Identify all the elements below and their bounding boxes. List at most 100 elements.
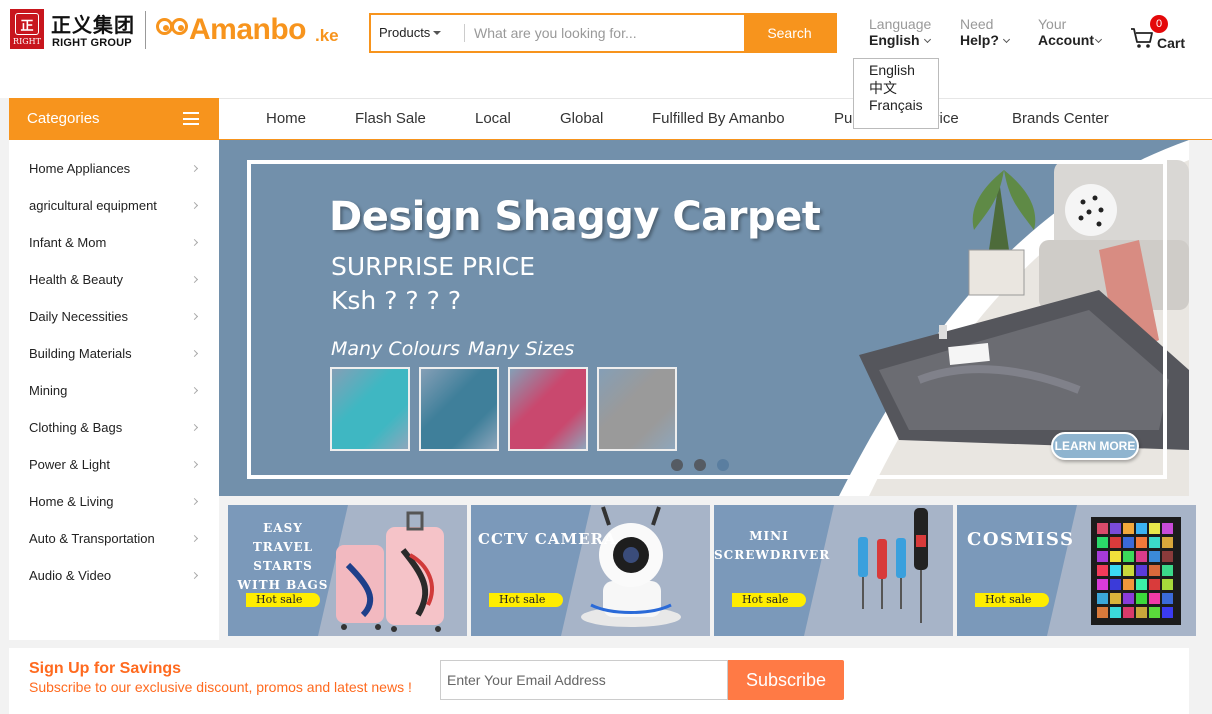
language-label: Language: [869, 16, 932, 32]
search-category-select[interactable]: Products: [379, 25, 430, 40]
hot-sale-badge: Hot sale: [489, 593, 563, 607]
category-item[interactable]: Mining: [9, 372, 219, 409]
search-input[interactable]: [474, 19, 744, 47]
hamburger-menu-icon[interactable]: [183, 112, 199, 125]
search-separator: [464, 24, 465, 42]
help-label: Need: [960, 16, 994, 32]
chevron-right-icon: [190, 238, 199, 247]
category-item[interactable]: agricultural equipment: [9, 187, 219, 224]
language-option-french[interactable]: Français: [869, 97, 938, 115]
seal-text: RIGHT: [13, 37, 41, 46]
chevron-right-icon: [190, 460, 199, 469]
promo-title: COSMISS: [967, 529, 1075, 550]
category-item[interactable]: Clothing & Bags: [9, 409, 219, 446]
banner-title: Design Shaggy Carpet: [329, 194, 821, 240]
nav-fulfilled-by-amanbo[interactable]: Fulfilled By Amanbo: [652, 110, 785, 127]
promo-tile-cosmiss[interactable]: COSMISS Hot sale: [957, 505, 1196, 636]
category-label: Power & Light: [29, 457, 110, 472]
header: 正 RIGHT 正义集团 RIGHT GROUP Amanbo .ke Prod…: [0, 0, 1212, 98]
language-dropdown: English 中文 Français: [853, 58, 939, 129]
chevron-right-icon: [190, 497, 199, 506]
category-label: agricultural equipment: [29, 198, 157, 213]
group-logo-en[interactable]: RIGHT GROUP: [52, 37, 132, 49]
banner-feature-sizes: Many Sizes: [468, 338, 575, 360]
promo-title-line: SCREWDRIVER: [714, 548, 831, 562]
cart-icon[interactable]: [1130, 27, 1154, 49]
chevron-right-icon: [190, 164, 199, 173]
categories-label: Categories: [27, 110, 100, 127]
banner-price: Ksh ? ? ? ?: [331, 286, 462, 315]
hero-banner[interactable]: Design Shaggy Carpet SURPRISE PRICE Ksh …: [219, 140, 1189, 496]
banner-feature-colours: Many Colours: [331, 338, 460, 360]
amanbo-eyes-icon[interactable]: [156, 18, 190, 40]
amanbo-logo[interactable]: Amanbo: [189, 13, 307, 47]
promo-title-line: EASY TRAVEL: [252, 521, 314, 554]
nav-flash-sale[interactable]: Flash Sale: [355, 110, 426, 127]
account-value[interactable]: Account: [1038, 32, 1094, 48]
category-label: Building Materials: [29, 346, 132, 361]
chevron-right-icon: [190, 571, 199, 580]
language-value[interactable]: English: [869, 32, 920, 48]
signup-subtitle: Subscribe to our exclusive discount, pro…: [29, 679, 412, 695]
screwdriver-icon: [714, 505, 953, 636]
amanbo-logo-tld[interactable]: .ke: [315, 26, 339, 46]
carpet-swatch-pink: [508, 367, 588, 451]
chevron-right-icon: [190, 349, 199, 358]
help-value[interactable]: Help?: [960, 32, 999, 48]
carousel-dot[interactable]: [671, 459, 683, 471]
learn-more-button[interactable]: LEARN MORE: [1051, 432, 1139, 460]
category-label: Clothing & Bags: [29, 420, 123, 435]
cart-button[interactable]: 0 Cart: [1130, 15, 1190, 52]
carpet-swatch-blue: [419, 367, 499, 451]
carpet-swatch-teal: [330, 367, 410, 451]
nav-brands-center[interactable]: Brands Center: [1012, 110, 1109, 127]
category-item[interactable]: Power & Light: [9, 446, 219, 483]
nav-local[interactable]: Local: [475, 110, 511, 127]
chevron-down-icon[interactable]: [1002, 35, 1010, 44]
nav-purchase-service-start[interactable]: Pu: [834, 110, 852, 127]
nav-global[interactable]: Global: [560, 110, 603, 127]
category-item[interactable]: Home & Living: [9, 483, 219, 520]
category-label: Infant & Mom: [29, 235, 107, 250]
category-label: Home & Living: [29, 494, 114, 509]
nav-home[interactable]: Home: [266, 110, 306, 127]
promo-tile-cctv[interactable]: CCTV CAMERA Hot sale: [471, 505, 710, 636]
account-menu[interactable]: Your Account: [1038, 16, 1103, 48]
carpet-swatch-grey: [597, 367, 677, 451]
language-selector[interactable]: Language English: [869, 16, 931, 48]
category-item[interactable]: Auto & Transportation: [9, 520, 219, 557]
category-label: Mining: [29, 383, 68, 398]
right-group-seal-logo[interactable]: 正 RIGHT: [10, 9, 44, 49]
hot-sale-badge: Hot sale: [246, 593, 320, 607]
categories-button[interactable]: Categories: [9, 98, 219, 140]
language-option-english[interactable]: English: [869, 62, 938, 80]
promo-title: CCTV CAMERA: [478, 530, 617, 548]
camera-icon: [471, 505, 710, 636]
carousel-dot[interactable]: [694, 459, 706, 471]
chevron-down-icon[interactable]: [1094, 35, 1103, 44]
search-button[interactable]: Search: [744, 15, 835, 51]
language-option-chinese[interactable]: 中文: [869, 80, 938, 98]
category-item[interactable]: Building Materials: [9, 335, 219, 372]
banner-subtitle: SURPRISE PRICE: [331, 252, 536, 281]
subscribe-button[interactable]: Subscribe: [728, 660, 844, 700]
cart-label[interactable]: Cart: [1157, 35, 1185, 51]
chevron-right-icon: [190, 275, 199, 284]
carousel-dot-active[interactable]: [717, 459, 729, 471]
chevron-right-icon: [190, 386, 199, 395]
promo-tile-travel-bags[interactable]: EASY TRAVEL STARTS WITH BAGS Hot sale: [228, 505, 467, 636]
category-item[interactable]: Infant & Mom: [9, 224, 219, 261]
group-logo-cn[interactable]: 正义集团: [51, 9, 135, 38]
search-bar: Products Search: [369, 13, 837, 53]
promo-tile-screwdriver[interactable]: MINI SCREWDRIVER Hot sale: [714, 505, 953, 636]
chevron-down-icon[interactable]: [923, 35, 931, 44]
email-field[interactable]: [440, 660, 728, 700]
category-label: Audio & Video: [29, 568, 112, 583]
caret-down-icon[interactable]: [433, 31, 441, 35]
category-item[interactable]: Health & Beauty: [9, 261, 219, 298]
category-item[interactable]: Home Appliances: [9, 150, 219, 187]
category-item[interactable]: Daily Necessities: [9, 298, 219, 335]
category-item[interactable]: Audio & Video: [9, 557, 219, 594]
category-label: Home Appliances: [29, 161, 131, 176]
help-menu[interactable]: Need Help?: [960, 16, 1010, 48]
